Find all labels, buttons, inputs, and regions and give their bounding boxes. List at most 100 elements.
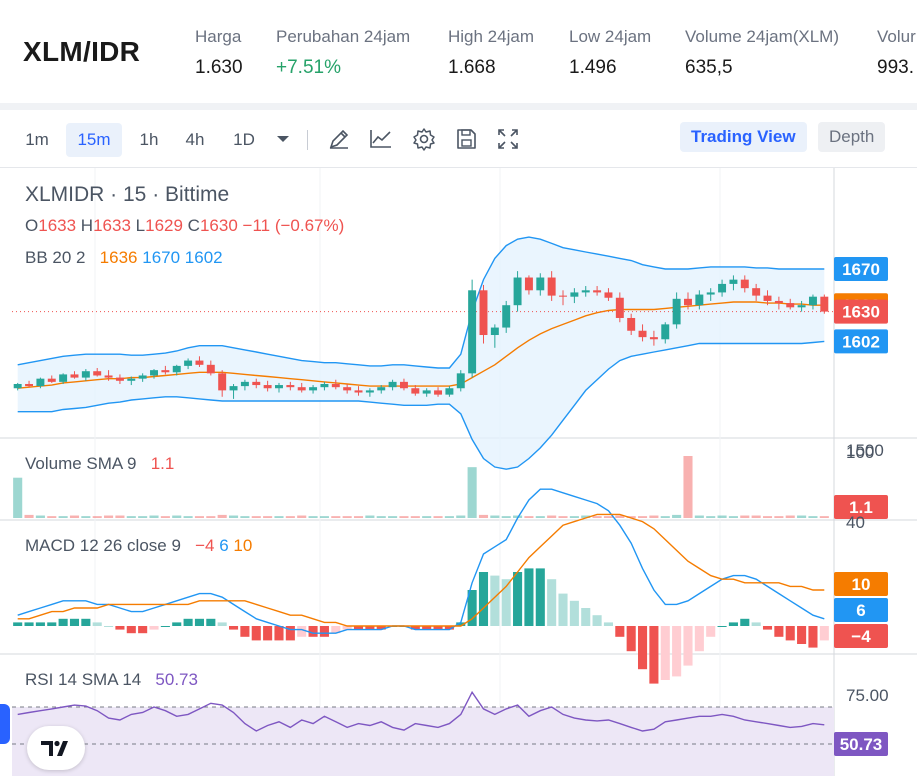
candle-body <box>13 383 22 389</box>
fullscreen-icon[interactable] <box>495 125 521 153</box>
candle-body <box>490 327 499 336</box>
volume-bar <box>603 516 614 518</box>
candle-body <box>797 305 806 308</box>
timeframe-4h[interactable]: 4h <box>176 123 214 157</box>
candle-body <box>25 383 34 387</box>
macd-histogram-bar <box>547 579 557 626</box>
candle-body <box>297 387 306 391</box>
volume-bar <box>342 516 352 518</box>
volume-bar <box>706 516 716 518</box>
candle-body <box>695 294 704 306</box>
macd-histogram-bar <box>535 568 545 626</box>
volume-bar <box>365 515 375 518</box>
volume-label: Volume SMA 9 <box>25 454 137 473</box>
timeframe-1m[interactable]: 1m <box>17 123 57 157</box>
bb-lower-value: 1602 <box>184 248 223 267</box>
candle-body <box>627 317 636 331</box>
timeframe-1d[interactable]: 1D <box>224 123 264 157</box>
gear-icon[interactable] <box>411 125 437 153</box>
candle-body <box>774 300 783 304</box>
draw-pencil-icon[interactable] <box>326 125 352 153</box>
legend-rsi[interactable]: RSI 14 SMA 14 50.73 <box>25 670 198 690</box>
candle-body <box>559 295 567 297</box>
candle-body <box>456 373 465 389</box>
macd-histogram-bar <box>513 572 523 626</box>
candle-body <box>229 386 238 391</box>
volume-bar <box>240 516 250 518</box>
volume-bar <box>149 515 159 518</box>
macd-histogram-bar <box>115 626 125 630</box>
legend-volume[interactable]: Volume SMA 9 1.1 <box>25 454 174 474</box>
tradingview-widget: 1m 15m 1h 4h 1D Trading View Depth 1500 1… <box>0 110 917 776</box>
bb-label: BB 20 2 <box>25 248 86 267</box>
macd-histogram-bar <box>683 626 693 666</box>
macd-histogram-bar <box>603 622 614 626</box>
volume-bar <box>785 515 795 518</box>
stat-volume-xlm-value: 635,5 <box>685 57 733 78</box>
tab-trading-view[interactable]: Trading View <box>680 122 807 152</box>
legend-bb[interactable]: BB 20 2 1636 1670 1602 <box>25 248 223 268</box>
volume-bar <box>228 515 239 518</box>
macd-histogram-bar <box>92 622 102 626</box>
stat-volume-xlm: Volume 24jam(XLM) 635,5 <box>685 27 839 79</box>
candle-body <box>240 381 249 387</box>
macd-histogram-bar <box>308 626 318 637</box>
candle-body <box>808 296 817 306</box>
chevron-down-icon[interactable] <box>270 125 296 153</box>
candle-body <box>104 375 113 378</box>
candle-body <box>161 370 170 373</box>
candle-body <box>115 377 124 381</box>
bb-upper-value: 1670 <box>142 248 181 267</box>
macd-histogram-bar <box>58 618 68 626</box>
stat-price-label: Harga <box>195 27 242 46</box>
candle-body <box>786 303 795 308</box>
candle-body <box>740 279 749 289</box>
macd-histogram-bar <box>194 618 205 626</box>
macd-histogram-bar <box>785 626 795 641</box>
volume-bar <box>740 515 750 518</box>
macd-histogram-bar <box>740 618 750 626</box>
candle-body <box>343 387 352 391</box>
toolbar-divider <box>307 130 308 150</box>
stat-change-label: Perubahan 24jam <box>276 27 411 46</box>
candle-body <box>752 288 761 296</box>
tradingview-logo[interactable] <box>27 726 85 770</box>
indicators-icon[interactable] <box>368 125 394 153</box>
volume-bar <box>24 514 34 518</box>
volume-bar <box>251 516 261 518</box>
candle-body <box>36 378 45 387</box>
timeframe-15m[interactable]: 15m <box>66 123 122 157</box>
timeframe-1h[interactable]: 1h <box>130 123 168 157</box>
macd-hist-value: −4 <box>195 536 215 555</box>
price-badge: 1602 <box>842 332 880 351</box>
volume-bar <box>547 515 557 518</box>
tab-depth[interactable]: Depth <box>818 122 886 152</box>
volume-bar <box>353 516 364 518</box>
volume-bar <box>478 514 489 518</box>
candle-body <box>536 277 545 291</box>
volume-bar <box>331 516 341 518</box>
volume-bar <box>172 515 182 518</box>
volume-bar <box>104 515 114 518</box>
candle-body <box>127 378 136 381</box>
volume-bar <box>138 516 148 518</box>
side-panel-toggle[interactable] <box>0 704 10 744</box>
volume-bar <box>399 516 409 518</box>
macd-histogram-bar <box>478 572 489 626</box>
macd-histogram-bar <box>762 626 773 630</box>
macd-histogram-bar <box>81 618 91 626</box>
legend-macd[interactable]: MACD 12 26 close 9 −4 6 10 <box>25 536 252 556</box>
macd-histogram-bar <box>47 622 57 626</box>
macd-histogram-bar <box>751 622 761 626</box>
rsi-tick: 75.00 <box>846 686 889 705</box>
volume-bar <box>774 516 784 518</box>
candle-body <box>581 290 590 293</box>
volume-bar <box>592 516 602 518</box>
macd-histogram-bar <box>592 615 602 626</box>
rsi-value: 50.73 <box>155 670 198 689</box>
candle-body <box>672 298 681 325</box>
save-icon[interactable] <box>453 125 479 153</box>
macd-histogram-bar <box>206 618 216 626</box>
macd-histogram-bar <box>319 626 329 637</box>
pair-title: XLM/IDR <box>23 36 141 67</box>
